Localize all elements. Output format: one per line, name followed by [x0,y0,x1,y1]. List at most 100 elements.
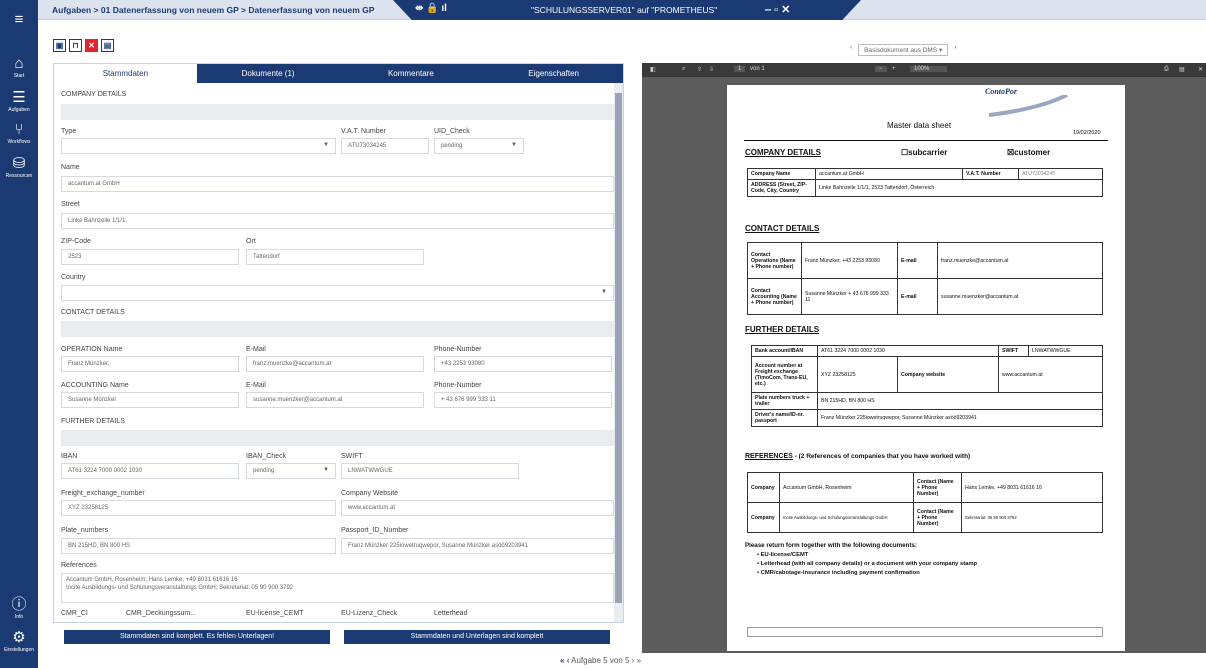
print-icon[interactable]: ⎙ [1164,66,1169,73]
chevron-down-icon: ▼ [323,467,329,473]
references-table: Company Accantum GmbH, Rosenheim Contact (… [747,472,1103,533]
rail-item-start[interactable]: ⌂ Start [0,56,38,80]
form-scrollbar[interactable] [614,83,623,622]
freight-exchange-field[interactable]: XYZ 23258125 [61,500,336,516]
table-cell: V.A.T. Number [962,168,1019,180]
download-icon[interactable]: ▤ [1179,66,1185,73]
accounting-email-label: E-Mail [246,382,266,389]
doc-further-details-heading: FURTHER DETAILS [745,325,820,334]
document-button[interactable]: ▤ [101,39,114,52]
sidebar-toggle-icon[interactable]: ◧ [650,66,656,73]
table-cell: Account number at Freight exchange (Timo… [751,356,818,393]
letterhead-label: Letterhead [434,610,468,617]
iban-check-label: IBAN_Check [246,453,287,460]
table-cell: Franz Münzker, +43 2253 93080 [801,242,898,279]
references-textarea[interactable]: Accantum GmbH, Rosenheim; Hans Lemke, +4… [61,573,614,603]
operation-name-label: OPERATION Name [61,346,123,353]
further-table: Bank account/IBAN AT61 3224 7000 0002 103… [751,345,1103,427]
next-page-icon[interactable]: ⇩ [709,66,714,73]
table-cell: E-mail [897,278,938,315]
page-count: von 1 [750,66,765,72]
swift-field[interactable]: LNWATWWGUE [341,463,519,479]
ort-field[interactable]: Tattendorf [246,249,424,265]
prev-page-icon[interactable]: ⇧ [697,66,702,73]
passport-id-label: Passport_ID_Number [341,527,409,534]
breadcrumb[interactable]: Aufgaben > 01 Datenerfassung von neuem G… [52,5,374,15]
iban-check-select[interactable]: pending ▼ [246,463,336,479]
save-button[interactable]: ▣ [53,39,66,52]
prev-page-icon[interactable]: ‹ [567,656,570,665]
tab-kommentare[interactable]: Kommentare [340,64,483,83]
dms-document-nav: ‹ Basisdokument aus DMS ▾ › [850,44,956,56]
table-cell: franz.muenzke@accantum.at [937,242,1103,279]
table-cell: Contact Accounting (Name + Phone number) [747,278,802,315]
zoom-select[interactable]: 100% [910,66,948,72]
accounting-phone-field[interactable]: + 43 676 999 333 11 [434,392,612,408]
vat-field[interactable]: ATU73034245 [341,138,429,154]
search-icon[interactable]: ⌕ [682,66,685,73]
doc-contact-details-heading: CONTACT DETAILS [745,224,820,233]
iban-field[interactable]: AT61 3224 7000 0002 1030 [61,463,239,479]
table-cell: LNWATWWGUE [1028,345,1103,357]
accounting-name-field[interactable]: Susanne Münzker [61,392,239,408]
first-page-icon[interactable]: « [560,656,564,665]
menu-button[interactable]: ≡ [0,12,38,28]
table-cell: Franz Münzker 225iowetruqwepor, Susanne … [817,409,1103,427]
operation-phone-field[interactable]: +43 2253 93080 [434,356,612,372]
rail-item-aufgaben[interactable]: ☰ Aufgaben [0,90,38,114]
rail-item-workflows[interactable]: ⑂ Workflows [0,121,38,146]
next-page-icon[interactable]: › [632,656,635,665]
tab-eigenschaften[interactable]: Eigenschaften [482,64,623,83]
page-number-input[interactable]: 1 [734,66,746,72]
operation-email-field[interactable]: franz.muenzke@accantum.at [246,356,424,372]
zoom-out-button[interactable]: − [875,66,887,72]
table-cell: Accantum GmbH, Rosenheim [779,472,914,503]
close-icon[interactable]: ✕ [1198,66,1203,73]
form-panel: Stammdaten Dokumente (1) Kommentare Eige… [53,63,624,623]
last-page-icon[interactable]: » [637,656,641,665]
tab-dokumente[interactable]: Dokumente (1) [197,64,340,83]
type-label: Type [61,128,77,135]
references-heading: REFERENCES - (2 References of companies … [745,453,970,460]
workflow-icon: ⑂ [14,121,24,138]
window-controls[interactable]: ‒ ▫ ✕ [765,3,790,16]
references-title: REFERENCES [745,453,793,460]
connection-icons[interactable]: ⇹ 🔒 ıl [415,3,447,14]
accounting-email-field[interactable]: susanne.muenzker@accantum.at [246,392,424,408]
passport-id-field[interactable]: Franz Münzker 225iowetruqwepor, Susanne … [341,538,614,554]
close-icon: ✕ [88,41,95,50]
dms-document-select[interactable]: Basisdokument aus DMS ▾ [858,44,949,56]
plate-numbers-field[interactable]: BN 215HD, BN 800 HS [61,538,336,554]
zoom-in-button[interactable]: + [892,66,896,72]
rail-item-info[interactable]: ⓘ Info [0,596,38,621]
references-note: - (2 References of companies that you ha… [794,453,971,460]
info-icon: ⓘ [11,596,27,613]
section-contact-details: CONTACT DETAILS [61,309,125,316]
rail-item-ressourcen[interactable]: ⛁ Ressourcen [0,155,38,180]
lock-icon: ⊓ [72,41,79,50]
references-line: Incite Ausbildungs- und Schulungsveranst… [66,585,294,591]
zip-field[interactable]: 2523 [61,249,239,265]
close-form-button[interactable]: ✕ [85,39,98,52]
street-field[interactable]: Linke Bahnzeile 1/1/1, [61,213,614,229]
doc-bullet: • Letterhead (with all company details) … [757,561,978,567]
uid-check-select[interactable]: pending ▼ [434,138,524,154]
rail-item-einstellungen[interactable]: ⚙ Einstellungen [0,630,38,654]
company-table: Company Name accantum.at GmbH V.A.T. Numbe… [747,168,1103,197]
unlock-button[interactable]: ⊓ [69,39,82,52]
table-cell: susanne.muenzker@accantum.at [937,278,1103,315]
name-field[interactable]: accantum.at GmbH [61,176,614,192]
database-icon: ⛁ [12,155,26,172]
scrollbar-thumb[interactable] [615,93,622,603]
type-select[interactable]: ▼ [61,138,336,154]
company-website-field[interactable]: www.accantum.at [341,500,614,516]
chevron-left-icon[interactable]: ‹ [850,44,852,56]
chevron-right-icon[interactable]: › [954,44,956,56]
country-select[interactable]: ▼ [61,285,614,301]
stammdaten-incomplete-button[interactable]: Stammdaten sind komplett. Es fehlen Unte… [64,630,330,644]
stammdaten-complete-button[interactable]: Stammdaten und Unterlagen sind komplett [344,630,610,644]
operation-name-field[interactable]: Franz Münzker, [61,356,239,372]
save-icon: ▣ [55,41,64,50]
table-cell: Company Name [747,168,816,180]
tab-stammdaten[interactable]: Stammdaten [54,64,197,83]
